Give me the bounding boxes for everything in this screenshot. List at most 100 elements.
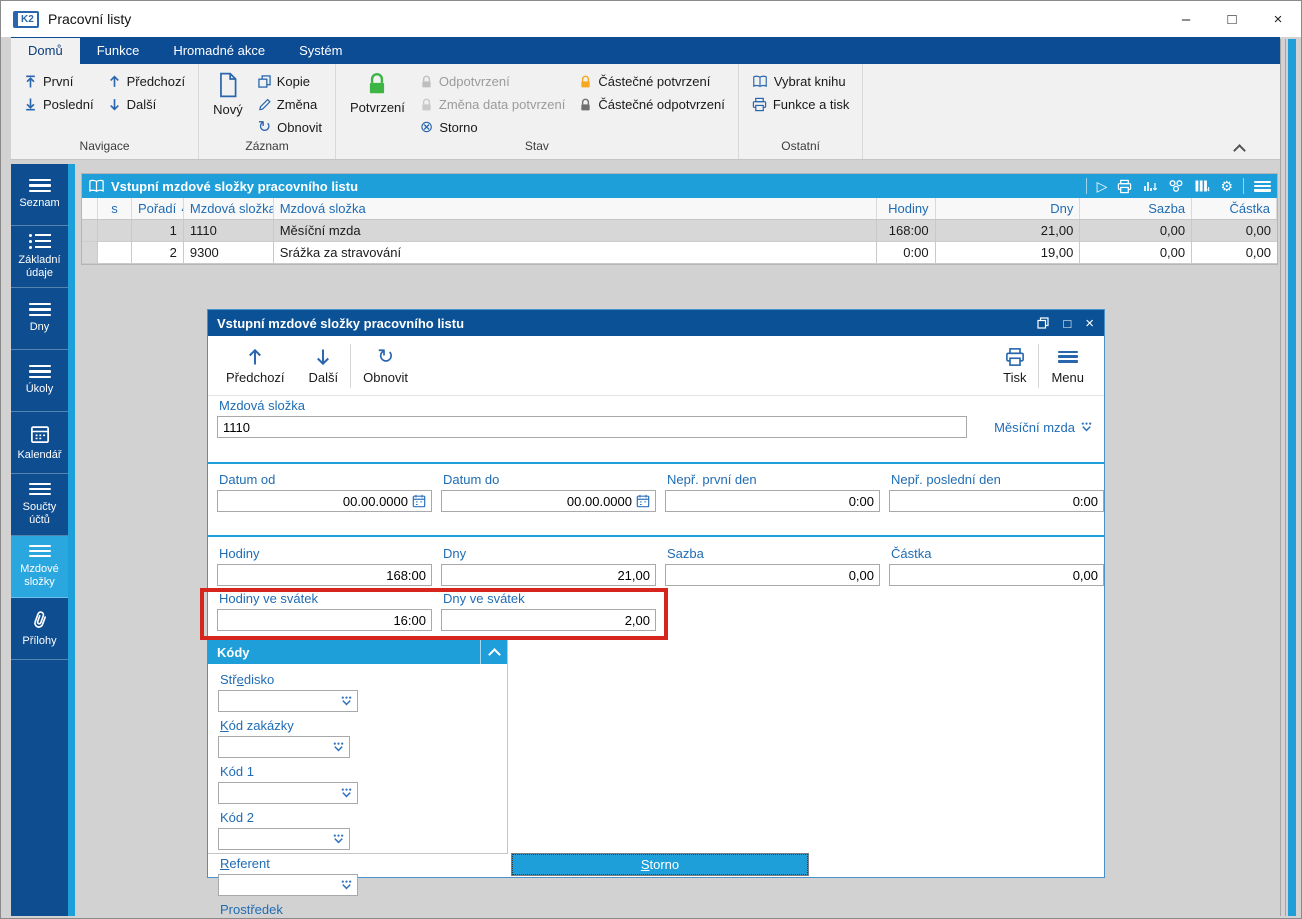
grid-title: Vstupní mzdové složky pracovního listu bbox=[111, 178, 359, 194]
column-header-poradi[interactable]: Pořadí ▲1 bbox=[132, 198, 184, 219]
kod1-input[interactable] bbox=[218, 782, 358, 804]
sidebar-item-kalendar[interactable]: Kalendář bbox=[11, 412, 68, 474]
dialog-print-button[interactable]: Tisk bbox=[991, 343, 1038, 389]
tab-domu[interactable]: Domů bbox=[11, 38, 80, 64]
hours-input[interactable]: 168:00 bbox=[217, 564, 432, 586]
sidebar-item-soucty-uctu[interactable]: Součty účtů bbox=[11, 474, 68, 536]
previous-button[interactable]: Předchozí bbox=[105, 70, 189, 93]
codes-collapse-button[interactable] bbox=[480, 640, 507, 664]
dialog-refresh-button[interactable]: ↻ Obnovit bbox=[351, 343, 420, 389]
column-header-dny[interactable]: Dny bbox=[936, 198, 1081, 219]
cell-code: 9300 bbox=[184, 242, 274, 263]
partial-confirm-button[interactable]: Částečné potvrzení bbox=[576, 70, 727, 93]
amount-input[interactable]: 0,00 bbox=[889, 564, 1104, 586]
referent-input[interactable] bbox=[218, 874, 358, 896]
last-day-input[interactable]: 0:00 bbox=[889, 490, 1104, 512]
dropdown-icon[interactable] bbox=[332, 834, 345, 845]
group-label-zaznam: Záznam bbox=[245, 139, 289, 153]
group-label-navigace: Navigace bbox=[79, 139, 130, 153]
record-dialog: Vstupní mzdové složky pracovního listu □… bbox=[207, 309, 1105, 917]
tab-hromadne-akce[interactable]: Hromadné akce bbox=[156, 38, 282, 64]
dialog-previous-button[interactable]: Předchozí bbox=[214, 343, 297, 389]
sidebar-item-dny[interactable]: Dny bbox=[11, 288, 68, 350]
calendar-icon[interactable] bbox=[412, 494, 426, 508]
table-row[interactable]: 2 9300 Srážka za stravování 0:00 19,00 0… bbox=[82, 242, 1277, 264]
column-header-s[interactable]: s bbox=[98, 198, 132, 219]
confirm-label: Potvrzení bbox=[349, 100, 405, 115]
dialog-restore-button[interactable] bbox=[1037, 317, 1049, 329]
dropdown-icon[interactable] bbox=[340, 696, 353, 707]
change-button[interactable]: Změna bbox=[255, 93, 325, 116]
dialog-title: Vstupní mzdové složky pracovního listu bbox=[217, 315, 465, 331]
first-button[interactable]: První bbox=[21, 70, 97, 93]
ribbon-collapse-button[interactable] bbox=[1232, 143, 1246, 157]
last-button[interactable]: Poslední bbox=[21, 93, 97, 116]
storno-state-button[interactable]: ⊗ Storno bbox=[417, 116, 568, 139]
right-scrollbar-stripe[interactable] bbox=[1288, 39, 1296, 916]
section-divider bbox=[208, 535, 1104, 537]
dropdown-icon[interactable] bbox=[340, 880, 353, 891]
wage-component-label: Mzdová složka bbox=[219, 398, 305, 413]
dialog-close-button[interactable]: × bbox=[1085, 315, 1094, 332]
holiday-days-input[interactable]: 2,00 bbox=[441, 609, 656, 631]
next-button[interactable]: Další bbox=[105, 93, 189, 116]
column-header-mzdova-slozka-nazev[interactable]: Mzdová složka bbox=[274, 198, 877, 219]
copy-icon bbox=[258, 75, 271, 88]
column-header-sazba[interactable]: Sazba bbox=[1080, 198, 1193, 219]
sidebar-item-ukoly[interactable]: Úkoly bbox=[11, 350, 68, 412]
grid-menu-icon[interactable] bbox=[1254, 180, 1271, 192]
holiday-hours-input[interactable]: 16:00 bbox=[217, 609, 432, 631]
confirm-button[interactable]: Potvrzení bbox=[342, 68, 413, 115]
dialog-menu-button[interactable]: Menu bbox=[1039, 343, 1096, 389]
copy-button[interactable]: Kopie bbox=[255, 70, 325, 93]
sidebar-item-mzdove-slozky[interactable]: Mzdové složky bbox=[11, 536, 68, 598]
cell-days: 21,00 bbox=[936, 220, 1081, 241]
stredisko-input[interactable] bbox=[218, 690, 358, 712]
sidebar-item-zakladni-udaje[interactable]: Základní údaje bbox=[11, 226, 68, 288]
kod-zakazky-input[interactable] bbox=[218, 736, 350, 758]
close-button[interactable]: × bbox=[1255, 1, 1301, 37]
table-row[interactable]: 1 1110 Měsíční mzda 168:00 21,00 0,00 0,… bbox=[82, 220, 1277, 242]
dropdown-icon[interactable] bbox=[332, 742, 345, 753]
tab-system[interactable]: Systém bbox=[282, 38, 359, 64]
lock-orange-icon bbox=[581, 75, 591, 87]
list-icon bbox=[28, 303, 51, 316]
kod-zakazky-label: Kód zakázky bbox=[220, 718, 294, 733]
select-book-button[interactable]: Vybrat knihu bbox=[749, 70, 853, 93]
column-header-hodiny[interactable]: Hodiny bbox=[877, 198, 936, 219]
cell-hours: 0:00 bbox=[877, 242, 936, 263]
storno-button[interactable]: Storno bbox=[511, 853, 809, 876]
sidebar-item-seznam[interactable]: Seznam bbox=[11, 164, 68, 226]
chart-icon[interactable] bbox=[1142, 179, 1158, 193]
column-header-castka[interactable]: Částka bbox=[1192, 198, 1278, 219]
dropdown-icon[interactable] bbox=[340, 788, 353, 799]
calendar-icon[interactable] bbox=[636, 494, 650, 508]
run-icon[interactable]: ▷ bbox=[1097, 179, 1108, 193]
column-header-mzdova-slozka-kod[interactable]: Mzdová složka bbox=[184, 198, 274, 219]
first-day-input[interactable]: 0:00 bbox=[665, 490, 880, 512]
list-icon bbox=[28, 179, 51, 192]
print-icon[interactable] bbox=[1117, 179, 1132, 194]
partial-unconfirm-button[interactable]: Částečné odpotvrzení bbox=[576, 93, 727, 116]
settings-gear-icon[interactable]: ⚙ bbox=[1220, 179, 1233, 193]
date-to-input[interactable]: 00.00.0000 bbox=[441, 490, 656, 512]
refresh-button[interactable]: ↻ Obnovit bbox=[255, 116, 325, 139]
maximize-button[interactable]: □ bbox=[1209, 1, 1255, 37]
tab-funkce[interactable]: Funkce bbox=[80, 38, 157, 64]
sidebar-item-prilohy[interactable]: Přílohy bbox=[11, 598, 68, 660]
arrow-up-icon bbox=[109, 75, 119, 87]
minimize-button[interactable]: – bbox=[1163, 1, 1209, 37]
kod2-input[interactable] bbox=[218, 828, 350, 850]
wage-component-lookup[interactable]: Měsíční mzda bbox=[994, 420, 1095, 435]
dialog-next-button[interactable]: Další bbox=[297, 343, 351, 389]
wage-component-input[interactable]: 1110 bbox=[217, 416, 967, 438]
date-from-input[interactable]: 00.00.0000 bbox=[217, 490, 432, 512]
cluster-icon[interactable] bbox=[1168, 179, 1184, 193]
rate-input[interactable]: 0,00 bbox=[665, 564, 880, 586]
columns-icon[interactable] bbox=[1194, 179, 1210, 193]
dialog-maximize-button[interactable]: □ bbox=[1063, 316, 1071, 331]
functions-print-button[interactable]: Funkce a tisk bbox=[749, 93, 853, 116]
list-icon bbox=[28, 365, 51, 378]
days-input[interactable]: 21,00 bbox=[441, 564, 656, 586]
new-button[interactable]: Nový bbox=[205, 68, 251, 117]
